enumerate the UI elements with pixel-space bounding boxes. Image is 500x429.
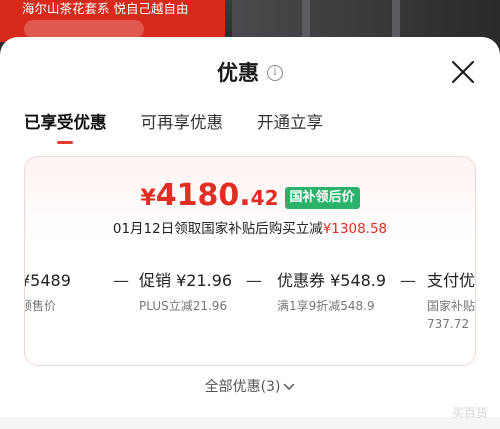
- banner-text: 海尔山茶花套系 悦自己越自由: [22, 1, 189, 16]
- tab-more[interactable]: 可再享优惠: [141, 111, 224, 135]
- sheet-title: 优惠: [217, 61, 259, 85]
- price-breakdown: ¥5489 预售价 — 促销 ¥21.96 PLUS立减21.96 — 优惠券 …: [24, 269, 476, 339]
- minus-operator: —: [113, 271, 129, 290]
- info-icon[interactable]: i: [267, 65, 283, 81]
- chevron-down-icon: [284, 383, 295, 390]
- breakdown-label: 预售价: [25, 299, 57, 313]
- breakdown-value: 支付优惠 ¥: [427, 271, 476, 290]
- screen: 海尔山茶花套系 悦自己越自由 优惠 i 已享受优惠 可再享优惠 开通立享 ¥41…: [0, 0, 500, 429]
- discount-sheet: 优惠 i 已享受优惠 可再享优惠 开通立享 ¥4180.42 国补领后价 01月…: [0, 37, 500, 429]
- breakdown-value: ¥5489: [24, 271, 71, 290]
- breakdown-value: 优惠券 ¥548.9: [277, 271, 387, 290]
- final-price-row: ¥4180.42 国补领后价: [25, 179, 475, 217]
- close-button[interactable]: [450, 59, 476, 85]
- price-card: ¥4180.42 国补领后价 01月12日领取国家补贴后购买立减¥1308.58…: [24, 156, 476, 366]
- subsidy-note: 01月12日领取国家补贴后购买立减¥1308.58: [25, 219, 475, 239]
- background-banner: 海尔山茶花套系 悦自己越自由: [0, 0, 225, 42]
- sheet-header: 优惠 i: [0, 59, 500, 87]
- breakdown-value: 促销 ¥21.96: [139, 271, 233, 290]
- subsidy-note-text: 01月12日领取国家补贴后购买立减: [112, 221, 323, 237]
- bottom-strip: [0, 417, 500, 429]
- breakdown-label: PLUS立减21.96: [139, 299, 228, 313]
- breakdown-item-promotion: 促销 ¥21.96 PLUS立减21.96: [139, 269, 232, 315]
- subsidy-amount: ¥1308.58: [322, 221, 388, 237]
- breakdown-item-coupon: 优惠券 ¥548.9 满1享9折减548.9: [277, 269, 386, 315]
- all-offers-label: 全部优惠(3): [204, 379, 281, 395]
- final-price: ¥4180.42: [140, 179, 278, 217]
- breakdown-label: 满1享9折减548.9: [277, 299, 375, 313]
- breakdown-item-payment: 支付优惠 ¥ 国家补贴云闪 737.72: [427, 269, 476, 333]
- breakdown-label-amount: 737.72: [427, 317, 469, 331]
- subsidy-badge: 国补领后价: [284, 187, 360, 209]
- minus-operator: —: [246, 271, 262, 290]
- tab-bar: 已享受优惠 可再享优惠 开通立享: [24, 111, 323, 144]
- breakdown-item-presale: ¥5489 预售价: [24, 269, 71, 315]
- price-integer: 4180.: [155, 178, 251, 213]
- price-decimal: 42: [250, 186, 279, 210]
- watermark: 买百货: [451, 406, 488, 420]
- tab-activate[interactable]: 开通立享: [257, 111, 323, 135]
- minus-operator: —: [400, 271, 416, 290]
- close-icon: [451, 60, 475, 84]
- currency-symbol: ¥: [140, 186, 156, 211]
- banner-subpill: [24, 20, 144, 38]
- breakdown-label: 国家补贴云闪: [427, 299, 476, 313]
- all-offers-link[interactable]: 全部优惠(3): [0, 377, 500, 397]
- tab-enjoyed[interactable]: 已享受优惠: [24, 111, 107, 144]
